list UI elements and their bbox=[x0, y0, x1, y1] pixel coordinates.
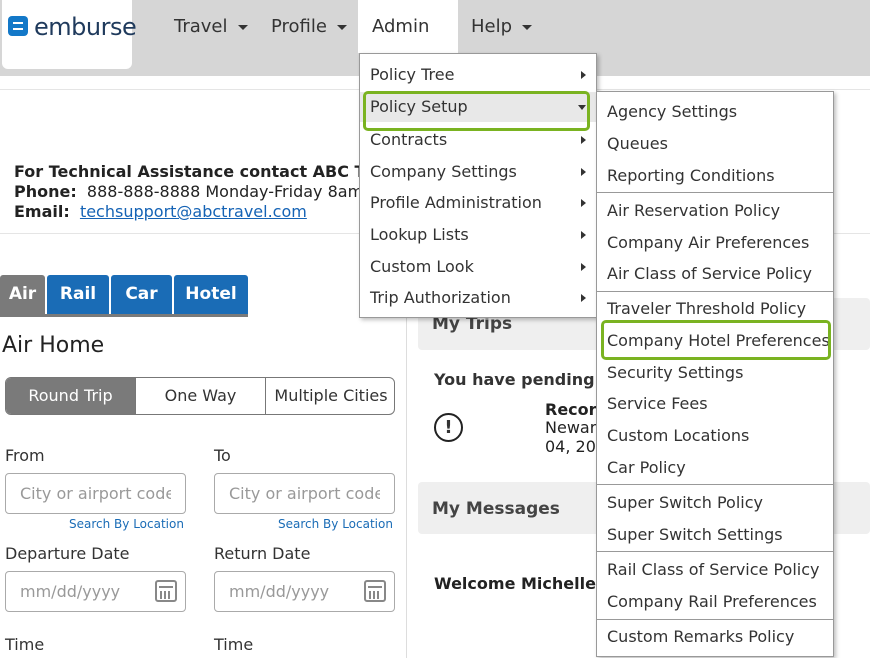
to-input[interactable] bbox=[215, 474, 394, 513]
menu-item-custom-look[interactable]: Custom Look bbox=[360, 252, 596, 282]
trip-destination: Newar bbox=[545, 418, 597, 437]
chevron-down-icon bbox=[237, 24, 248, 30]
menu-item-profile-administration[interactable]: Profile Administration bbox=[360, 188, 596, 218]
submenu-item-super-switch-settings[interactable]: Super Switch Settings bbox=[597, 520, 833, 550]
chevron-right-icon bbox=[581, 71, 586, 79]
my-messages-title: My Messages bbox=[432, 499, 560, 519]
menu-item-label: Contracts bbox=[370, 130, 448, 149]
submenu-item-company-air-preferences[interactable]: Company Air Preferences bbox=[597, 228, 833, 258]
menu-item-label: Company Settings bbox=[370, 162, 517, 181]
pending-trips-text: You have pending tri bbox=[434, 370, 622, 389]
multiple-cities-button[interactable]: Multiple Cities bbox=[266, 378, 394, 414]
menu-item-policy-tree[interactable]: Policy Tree bbox=[360, 60, 596, 90]
nav-help[interactable]: Help bbox=[457, 0, 546, 53]
chevron-right-icon bbox=[581, 136, 586, 144]
from-search-by-location-link[interactable]: Search By Location bbox=[69, 517, 184, 531]
menu-separator bbox=[597, 192, 833, 193]
return-time-label: Time bbox=[214, 635, 254, 654]
tab-air[interactable]: Air bbox=[0, 275, 45, 314]
tab-car[interactable]: Car bbox=[111, 275, 172, 314]
menu-item-company-settings[interactable]: Company Settings bbox=[360, 157, 596, 187]
support-title: For Technical Assistance contact ABC Tra… bbox=[14, 162, 410, 181]
menu-item-label: Policy Tree bbox=[370, 65, 455, 84]
brand-name: emburse bbox=[34, 13, 137, 41]
nav-travel-label: Travel bbox=[174, 16, 228, 37]
chevron-right-icon bbox=[581, 199, 586, 207]
submenu-item-air-class-of-service-policy[interactable]: Air Class of Service Policy bbox=[597, 259, 833, 289]
nav-profile-label: Profile bbox=[271, 16, 327, 37]
departure-date-field bbox=[5, 571, 186, 612]
to-label: To bbox=[214, 446, 231, 465]
departure-date-label: Departure Date bbox=[5, 544, 130, 563]
menu-item-lookup-lists[interactable]: Lookup Lists bbox=[360, 220, 596, 250]
submenu-item-company-rail-preferences[interactable]: Company Rail Preferences bbox=[597, 587, 833, 617]
email-label: Email: bbox=[14, 202, 70, 221]
emburse-logo-icon bbox=[8, 16, 28, 36]
menu-item-label: Lookup Lists bbox=[370, 225, 469, 244]
panel-divider bbox=[406, 318, 407, 658]
menu-separator bbox=[597, 484, 833, 485]
menu-item-label: Custom Look bbox=[370, 257, 474, 276]
trip-type-toggle: Round Trip One Way Multiple Cities bbox=[5, 377, 395, 415]
tab-underline bbox=[0, 314, 248, 317]
brand-logo[interactable]: emburse bbox=[2, 0, 137, 69]
return-date-field bbox=[214, 571, 395, 612]
tab-rail[interactable]: Rail bbox=[47, 275, 109, 314]
submenu-item-custom-remarks-policy[interactable]: Custom Remarks Policy bbox=[597, 622, 833, 652]
policy-setup-highlight bbox=[363, 91, 590, 131]
submenu-item-custom-locations[interactable]: Custom Locations bbox=[597, 421, 833, 451]
round-trip-button[interactable]: Round Trip bbox=[6, 378, 136, 414]
to-field bbox=[214, 473, 395, 514]
nav-help-label: Help bbox=[471, 16, 513, 37]
from-input[interactable] bbox=[6, 474, 185, 513]
page-title: Air Home bbox=[2, 333, 105, 358]
alert-icon: ! bbox=[434, 413, 463, 442]
chevron-down-icon bbox=[522, 24, 533, 30]
nav-admin[interactable]: Admin bbox=[358, 0, 458, 83]
submenu-item-queues[interactable]: Queues bbox=[597, 129, 833, 159]
nav-admin-label: Admin bbox=[372, 16, 430, 37]
from-field bbox=[5, 473, 186, 514]
from-label: From bbox=[5, 446, 45, 465]
phone-label: Phone: bbox=[14, 182, 77, 201]
chevron-right-icon bbox=[581, 294, 586, 302]
submenu-item-security-settings[interactable]: Security Settings bbox=[597, 358, 833, 388]
chevron-right-icon bbox=[581, 168, 586, 176]
submenu-item-rail-class-of-service-policy[interactable]: Rail Class of Service Policy bbox=[597, 555, 833, 585]
support-contact: For Technical Assistance contact ABC Tra… bbox=[14, 162, 409, 222]
menu-item-trip-authorization[interactable]: Trip Authorization bbox=[360, 283, 596, 313]
menu-separator bbox=[597, 619, 833, 620]
chevron-right-icon bbox=[581, 231, 586, 239]
departure-time-label: Time bbox=[5, 635, 45, 654]
return-date-label: Return Date bbox=[214, 544, 311, 563]
policy-setup-submenu: Agency Settings Queues Reporting Conditi… bbox=[596, 91, 834, 657]
tab-hotel[interactable]: Hotel bbox=[174, 275, 248, 314]
email-link[interactable]: techsupport@abctravel.com bbox=[80, 202, 307, 221]
phone-value: 888-888-8888 Monday-Friday 8am-6 bbox=[86, 182, 380, 201]
menu-separator bbox=[597, 551, 833, 552]
nav-profile[interactable]: Profile bbox=[257, 0, 361, 53]
menu-item-label: Trip Authorization bbox=[370, 288, 511, 307]
menu-separator bbox=[597, 291, 833, 292]
chevron-right-icon bbox=[581, 263, 586, 271]
submenu-item-service-fees[interactable]: Service Fees bbox=[597, 389, 833, 419]
submenu-item-air-reservation-policy[interactable]: Air Reservation Policy bbox=[597, 196, 833, 226]
calendar-icon[interactable] bbox=[364, 580, 386, 602]
company-hotel-preferences-highlight bbox=[601, 320, 831, 360]
menu-item-label: Profile Administration bbox=[370, 193, 542, 212]
submenu-item-agency-settings[interactable]: Agency Settings bbox=[597, 97, 833, 127]
one-way-button[interactable]: One Way bbox=[136, 378, 266, 414]
submenu-item-car-policy[interactable]: Car Policy bbox=[597, 453, 833, 483]
chevron-down-icon bbox=[336, 24, 347, 30]
submenu-item-super-switch-policy[interactable]: Super Switch Policy bbox=[597, 488, 833, 518]
submenu-item-reporting-conditions[interactable]: Reporting Conditions bbox=[597, 161, 833, 191]
calendar-icon[interactable] bbox=[155, 580, 177, 602]
to-search-by-location-link[interactable]: Search By Location bbox=[278, 517, 393, 531]
nav-travel[interactable]: Travel bbox=[160, 0, 262, 53]
